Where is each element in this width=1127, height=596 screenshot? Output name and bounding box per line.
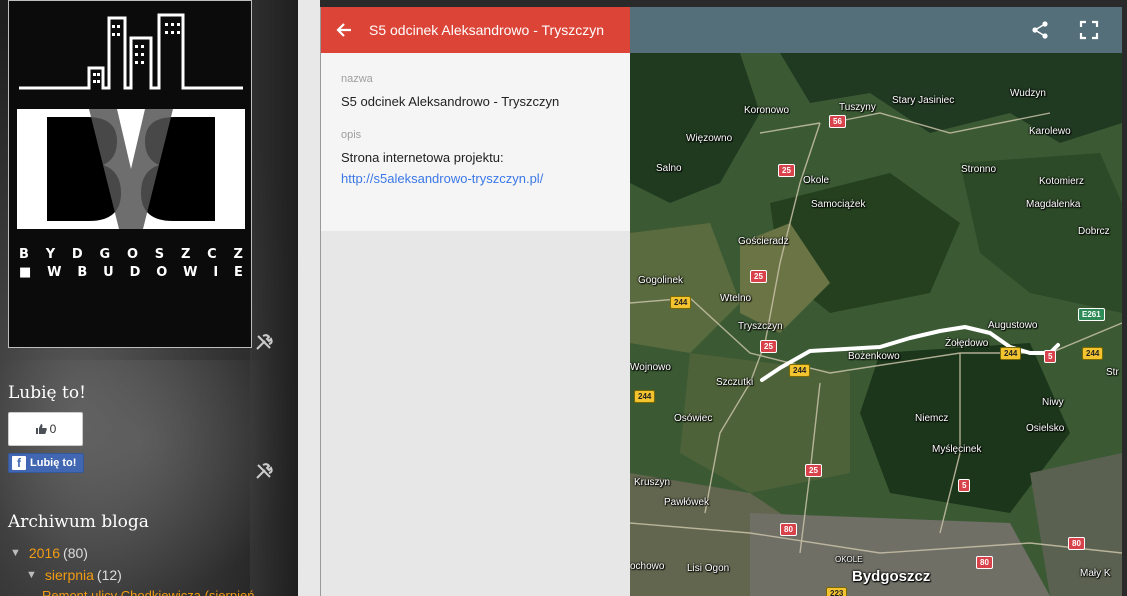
logo-text-line1: BY DG OS ZC Z [19, 247, 243, 262]
place-label: Samociążek [811, 199, 866, 210]
archive-year-link[interactable]: 2016 [29, 545, 60, 561]
archive-month-row: ▼ sierpnia (12) [26, 567, 122, 583]
road-shield: 5 [958, 479, 971, 492]
place-label: Osówiec [674, 413, 713, 424]
back-arrow-icon[interactable] [321, 7, 367, 53]
road-shield: 5 [1044, 350, 1057, 363]
road-shield: 244 [1000, 347, 1022, 360]
place-label: Gościeradz [738, 236, 789, 247]
info-panel-empty [321, 231, 630, 596]
place-label: Niwy [1042, 397, 1064, 408]
road-shield: 244 [1082, 347, 1104, 360]
place-label: Salno [656, 163, 682, 174]
place-label: Bożenkowo [848, 351, 900, 362]
embedded-map: S5 odcinek Aleksandrowo - Tryszczyn nazw… [320, 7, 1122, 596]
place-label: Wudzyn [1010, 88, 1046, 99]
road-shield: 244 [789, 364, 811, 377]
archive-year-count: (80) [63, 545, 88, 561]
road-shield: E261 [1078, 308, 1105, 321]
name-value: S5 odcinek Aleksandrowo - Tryszczyn [341, 94, 560, 109]
archive-month-count: (12) [96, 567, 122, 583]
blog-logo[interactable]: BY DG OS ZC Z ■ W BU DO WI E [8, 0, 252, 348]
road-shield: 223 [826, 587, 848, 596]
place-label: Mały K [1080, 568, 1111, 579]
road-shield: 25 [760, 340, 777, 353]
place-label: Więzowno [686, 133, 733, 144]
bb-logo-mark [17, 109, 245, 229]
road-shield: 244 [670, 296, 692, 309]
archive-year-row: ▼ 2016 (80) [10, 545, 88, 561]
road-shield: 25 [778, 164, 795, 177]
like-widget-title: Lubię to! [8, 383, 86, 403]
place-label: Osielsko [1026, 423, 1065, 434]
road-shield: 80 [1068, 537, 1085, 550]
place-label: Okole [803, 175, 830, 186]
info-panel-title: S5 odcinek Aleksandrowo - Tryszczyn [369, 22, 604, 38]
archive-month-link[interactable]: sierpnia [45, 567, 94, 583]
archive-post-link[interactable]: Remont ulicy Chodkiewicza (sierpień [42, 588, 254, 596]
place-label: Wojnowo [630, 362, 671, 373]
facebook-icon: f [12, 456, 26, 470]
place-label: Szczutki [716, 377, 754, 388]
name-label: nazwa [341, 73, 373, 85]
place-label: Gogolinek [638, 275, 684, 286]
background-strip [298, 0, 320, 596]
like-count-box[interactable]: 0 [8, 412, 83, 446]
road-shield: 80 [976, 556, 993, 569]
place-label: Dobrcz [1078, 226, 1110, 237]
description-label: opis [341, 129, 362, 141]
edit-widget-icon[interactable] [254, 332, 274, 352]
place-label: Wtelno [720, 293, 752, 304]
road-shield: 80 [780, 523, 797, 536]
place-label: Kruszyn [634, 477, 671, 488]
place-label: Kotomierz [1039, 176, 1085, 187]
road-shield: 244 [634, 390, 656, 403]
place-label: Myślęcinek [932, 444, 982, 455]
collapse-toggle-icon[interactable]: ▼ [26, 569, 37, 581]
project-website-link[interactable]: http://s5aleksandrowo-tryszczyn.pl/ [341, 171, 543, 186]
place-label: Niemcz [915, 413, 949, 424]
place-label: Koronowo [744, 105, 790, 116]
background-shade [250, 0, 300, 596]
place-label: ochowo [630, 561, 665, 572]
place-label: OKOLE [835, 555, 863, 564]
share-icon[interactable] [1030, 20, 1050, 40]
place-label-city: Bydgoszcz [852, 568, 931, 585]
place-label: Pawłówek [664, 497, 710, 508]
logo-text-line2: ■ W BU DO WI E [19, 265, 243, 280]
facebook-like-button[interactable]: f Lubię to! [8, 453, 84, 473]
skyline-logo-graphic [19, 13, 243, 90]
info-panel-header: S5 odcinek Aleksandrowo - Tryszczyn [321, 7, 630, 53]
description-text: Strona internetowa projektu: [341, 150, 504, 165]
place-label: Żołędowo [945, 338, 989, 349]
place-label: Magdalenka [1026, 199, 1081, 210]
place-label: Tuszyny [839, 102, 876, 113]
road-shield: 56 [829, 115, 846, 128]
feature-details: nazwa S5 odcinek Aleksandrowo - Tryszczy… [321, 53, 630, 231]
place-label: Lisi Ogon [687, 563, 730, 574]
place-label: Tryszczyn [738, 321, 783, 332]
facebook-like-label: Lubię to! [30, 457, 77, 469]
place-label: Karolewo [1029, 126, 1071, 137]
road-shield: 25 [750, 270, 767, 283]
road-shield: 25 [805, 464, 822, 477]
archive-widget-title: Archiwum bloga [8, 512, 149, 532]
place-label: Stary Jasiniec [892, 95, 955, 106]
like-count: 0 [49, 422, 57, 436]
satellite-map[interactable]: Koronowo Tuszyny Stary Jasiniec Wudzyn W… [630, 53, 1122, 596]
place-label: Str [1106, 367, 1119, 378]
description-value: Strona internetowa projektu: http://s5al… [341, 147, 561, 189]
edit-widget-icon[interactable] [254, 461, 274, 481]
place-label: Augustowo [988, 320, 1038, 331]
place-label: Stronno [961, 164, 997, 175]
thumbs-up-icon [35, 424, 47, 434]
collapse-toggle-icon[interactable]: ▼ [10, 547, 21, 559]
fullscreen-icon[interactable] [1079, 20, 1099, 40]
